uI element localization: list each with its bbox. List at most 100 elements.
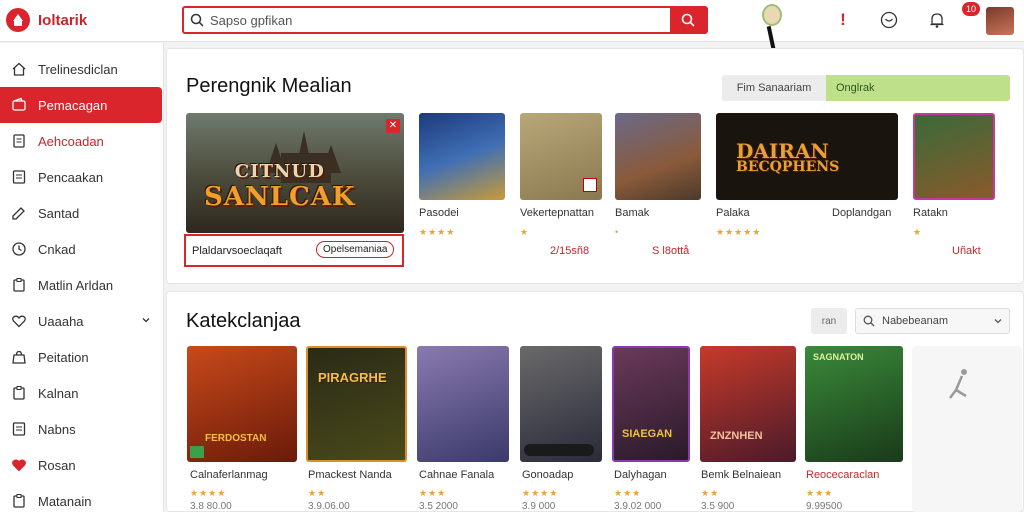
hero-chip-button[interactable]: Opelsemaniaa xyxy=(316,241,395,258)
sidebar-item-label: Rosan xyxy=(38,457,76,473)
sidebar-item-4[interactable]: Santad xyxy=(0,195,163,231)
app-logo[interactable]: Ioltarik xyxy=(6,8,87,32)
clock-icon xyxy=(10,240,28,258)
sidebar-item-label: Nabns xyxy=(38,421,76,437)
category-card-6[interactable]: SAGNATON xyxy=(805,346,903,462)
document-icon xyxy=(10,132,28,150)
card-art-title: ZNZNHEN xyxy=(710,430,763,442)
sidebar-item-12[interactable]: Matanain xyxy=(0,483,163,512)
sidebar-item-6[interactable]: Matlin Arldan xyxy=(0,267,163,303)
category-card-5[interactable]: ZNZNHEN xyxy=(700,346,796,462)
home-icon xyxy=(10,60,28,78)
avatar[interactable] xyxy=(986,7,1014,35)
game-card-2[interactable] xyxy=(615,113,701,200)
game-stars-2: • xyxy=(615,227,620,237)
category-card-1[interactable]: PIRAGRHE xyxy=(306,346,407,462)
sidebar-item-label: Kalnan xyxy=(38,385,79,401)
game-card-3[interactable]: DAIRAN BECQPHENS xyxy=(716,113,898,200)
sidebar-item-7[interactable]: Uaaaha xyxy=(0,303,163,339)
sidebar-item-label: Uaaaha xyxy=(38,313,84,329)
card-art-title: FERDOSTAN xyxy=(205,433,267,444)
sidebar-item-11[interactable]: Rosan xyxy=(0,447,163,483)
category-name-3: Gonoadap xyxy=(522,469,574,481)
category-card-0[interactable]: FERDOSTAN xyxy=(187,346,297,462)
featured-hero-card[interactable]: CITNUD SANLCAK ✕ xyxy=(186,113,404,233)
wallet-icon xyxy=(10,96,28,114)
search-button[interactable] xyxy=(670,8,706,32)
category-stars-2: ★★★ xyxy=(419,488,447,498)
category-stars-4: ★★★ xyxy=(614,488,642,498)
category-name-0: Calnaferlanmag xyxy=(190,469,268,481)
list-icon xyxy=(10,168,28,186)
card-art-title: SAGNATON xyxy=(813,352,864,362)
notification-badge: 10 xyxy=(962,2,980,16)
category-rating-1: 3.9.06.00 xyxy=(308,501,350,512)
sidebar-item-label: Peitation xyxy=(38,349,89,365)
game-card-4[interactable] xyxy=(913,113,995,200)
sidebar-item-5[interactable]: Cnkad xyxy=(0,231,163,267)
category-rating-4: 3.9.02 000 xyxy=(614,501,662,512)
game-card-1[interactable] xyxy=(520,113,602,200)
category-select[interactable]: Nabebeanam xyxy=(855,308,1010,334)
heart-icon xyxy=(10,456,28,474)
sidebar: Trelinesdiclan Pemacagan Aehcoadan Penca… xyxy=(0,43,164,512)
sidebar-item-10[interactable]: Nabns xyxy=(0,411,163,447)
filter-button[interactable]: ran xyxy=(811,308,847,334)
search-icon xyxy=(681,13,695,27)
sidebar-item-8[interactable]: Peitation xyxy=(0,339,163,375)
search-input[interactable] xyxy=(210,8,670,32)
game-name-4: Doplandgan xyxy=(832,207,892,219)
category-name-1: Pmackest Nanda xyxy=(308,469,392,481)
category-rating-6: 9.99500 xyxy=(806,501,843,512)
game-card-0[interactable] xyxy=(419,113,505,200)
card-art-title: PIRAGRHE xyxy=(318,370,387,385)
category-name-4: Dalyhagan xyxy=(614,469,667,481)
category-card-2[interactable] xyxy=(417,346,509,462)
segment-option-1[interactable]: Onglrak xyxy=(826,75,1010,101)
sidebar-item-2[interactable]: Aehcoadan xyxy=(0,123,163,159)
alert-icon[interactable]: ! xyxy=(832,9,854,31)
category-card-4[interactable]: SIAEGAN xyxy=(612,346,690,462)
hero-label: Plaldarvsoeclaqaft xyxy=(192,245,282,257)
notifications-icon[interactable] xyxy=(926,9,948,31)
sidebar-item-1[interactable]: Pemacagan xyxy=(0,87,162,123)
sidebar-item-9[interactable]: Kalnan xyxy=(0,375,163,411)
heart-icon[interactable] xyxy=(878,9,900,31)
category-card-3[interactable] xyxy=(520,346,602,462)
sidebar-item-label: Pemacagan xyxy=(38,97,108,113)
game-name-2: Bamak xyxy=(615,207,650,219)
game-name-3: Palaka xyxy=(716,207,750,219)
game-price-5: Uñakt xyxy=(952,245,981,257)
badge-icon xyxy=(583,178,597,192)
chevron-down-icon[interactable] xyxy=(141,313,151,328)
search-icon xyxy=(184,8,210,32)
category-stars-0: ★★★★ xyxy=(190,488,227,498)
heart-icon xyxy=(10,312,28,330)
sidebar-item-3[interactable]: Pencaakan xyxy=(0,159,163,195)
segment-option-0[interactable]: Fim Sanaariam xyxy=(722,75,826,101)
sidebar-item-0[interactable]: Trelinesdiclan xyxy=(0,51,163,87)
category-rating-0: 3.8 80.00 xyxy=(190,501,232,512)
category-select-value: Nabebeanam xyxy=(882,315,949,327)
figure-icon xyxy=(949,369,967,399)
category-rating-3: 3.9 000 xyxy=(522,501,556,512)
sidebar-item-label: Matanain xyxy=(38,493,92,509)
card-banner xyxy=(524,444,594,456)
search-bar xyxy=(182,6,708,34)
list-icon xyxy=(10,420,28,438)
category-name-5: Bemk Belnaiean xyxy=(701,469,782,481)
placeholder-card xyxy=(912,346,1022,512)
card-art-title: DAIRAN BECQPHENS xyxy=(736,139,840,175)
app-name: Ioltarik xyxy=(38,11,88,29)
category-name-2: Cahnae Fanala xyxy=(419,469,495,481)
edit-icon xyxy=(10,204,28,222)
featured-hero-info: Plaldarvsoeclaqaft Opelsemaniaa xyxy=(184,234,404,267)
close-icon[interactable]: ✕ xyxy=(386,119,400,133)
game-stars-1: ★ xyxy=(520,227,530,237)
sidebar-item-label: Pencaakan xyxy=(38,169,104,185)
featured-title: Perengnik Mealian xyxy=(186,75,352,97)
logo-icon xyxy=(6,8,30,32)
sidebar-item-label: Matlin Arldan xyxy=(38,277,114,293)
game-stars-3: ★★★★★ xyxy=(716,227,762,237)
search-icon xyxy=(856,315,882,327)
